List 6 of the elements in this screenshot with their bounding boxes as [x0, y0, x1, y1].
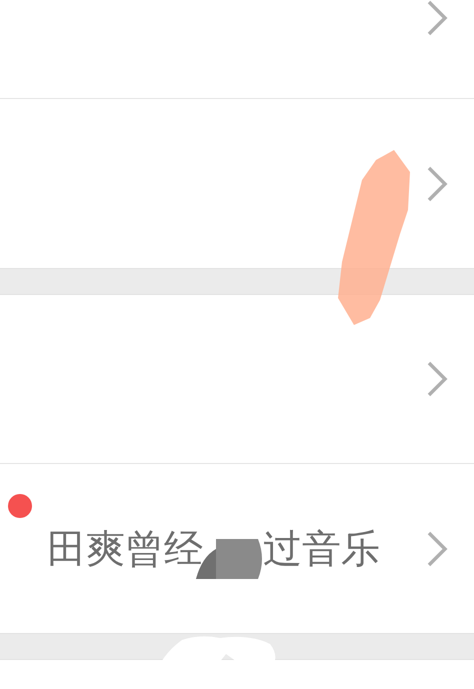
chevron-right-icon	[426, 361, 448, 397]
row-title: 过音乐	[263, 526, 380, 574]
row-title: 田爽曾经	[47, 526, 203, 574]
chevron-right-icon	[426, 166, 448, 202]
chevron-right-icon	[426, 530, 448, 566]
chevron-right-icon	[426, 0, 448, 36]
